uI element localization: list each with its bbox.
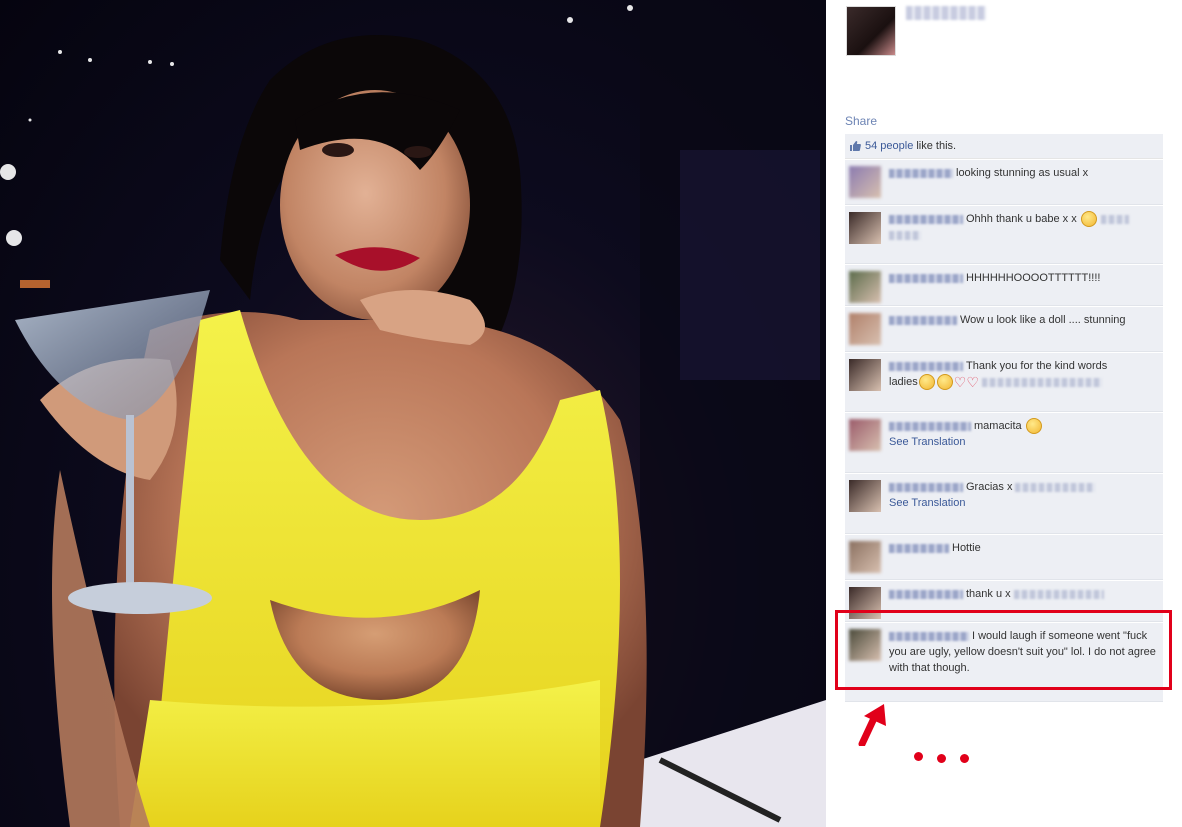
smiley-emoji-icon xyxy=(1080,211,1097,228)
annotation-dot xyxy=(960,754,969,763)
comment-item: Hottie xyxy=(845,534,1163,580)
annotation-dot xyxy=(914,752,923,761)
comment-text: thank u x xyxy=(966,588,1011,600)
blurred-text xyxy=(1100,214,1129,224)
comment-body: Gracias x See Translation xyxy=(889,479,1157,511)
commenter-name-blurred[interactable] xyxy=(889,543,949,553)
comment-text: Ohhh thank u babe x x xyxy=(966,213,1077,225)
photo-illustration xyxy=(0,0,826,827)
smiley-emoji-icon xyxy=(936,374,953,391)
likes-row: 54 people like this. xyxy=(845,134,1163,159)
comment-item: mamacita See Translation xyxy=(845,412,1163,473)
comment-body: Hottie xyxy=(889,540,1157,556)
commenter-name-blurred[interactable] xyxy=(889,214,963,224)
commenter-name-blurred[interactable] xyxy=(889,421,971,431)
comment-item: looking stunning as usual x xyxy=(845,159,1163,205)
commenter-avatar[interactable] xyxy=(849,419,881,451)
comment-body: HHHHHHOOOOTTTTTT!!!! xyxy=(889,270,1157,286)
comment-text: Thank you for the kind words xyxy=(966,360,1108,372)
smiley-emoji-icon xyxy=(918,374,935,391)
comment-item: Gracias x See Translation xyxy=(845,473,1163,534)
see-translation-link[interactable]: See Translation xyxy=(889,434,1157,450)
highlight-box-annotation xyxy=(835,610,1172,690)
comment-item: HHHHHHOOOOTTTTTT!!!! xyxy=(845,264,1163,306)
annotation-dot xyxy=(937,754,946,763)
likes-count-link[interactable]: 54 people xyxy=(865,140,913,152)
commenter-name-blurred[interactable] xyxy=(889,482,963,492)
likes-suffix: like this. xyxy=(916,140,957,152)
comment-item: Ohhh thank u babe x x xyxy=(845,205,1163,264)
commenter-name-blurred[interactable] xyxy=(889,273,963,283)
blurred-text xyxy=(1013,589,1104,599)
red-arrow-annotation xyxy=(852,700,896,749)
owner-avatar[interactable] xyxy=(846,6,896,56)
comment-text: Wow u look like a doll .... stunning xyxy=(960,314,1126,326)
commenter-avatar[interactable] xyxy=(849,166,881,198)
comment-body: Thank you for the kind words ladies ♡♡ xyxy=(889,358,1157,391)
see-translation-link[interactable]: See Translation xyxy=(889,495,1157,511)
comment-text-line2: ladies xyxy=(889,376,918,388)
comment-body: thank u x xyxy=(889,586,1157,602)
comment-text: Gracias x xyxy=(966,481,1013,493)
comment-body: mamacita See Translation xyxy=(889,418,1157,450)
heart-emoji-icon: ♡ xyxy=(966,374,979,391)
commenter-name-blurred[interactable] xyxy=(889,589,963,599)
like-thumb-icon xyxy=(849,140,861,152)
commenter-avatar[interactable] xyxy=(849,212,881,244)
comment-item: Wow u look like a doll .... stunning xyxy=(845,306,1163,352)
commenter-avatar[interactable] xyxy=(849,541,881,573)
heart-emoji-icon: ♡ xyxy=(953,374,967,391)
commenter-name-blurred[interactable] xyxy=(889,361,963,371)
smiley-emoji-icon xyxy=(1025,418,1042,435)
share-link[interactable]: Share xyxy=(845,114,877,128)
comment-body: Ohhh thank u babe x x xyxy=(889,211,1157,243)
post-photo[interactable] xyxy=(0,0,826,827)
commenter-avatar[interactable] xyxy=(849,271,881,303)
comment-text: mamacita xyxy=(974,420,1022,432)
blurred-text xyxy=(889,230,921,240)
commenter-avatar[interactable] xyxy=(849,313,881,345)
comment-text: HHHHHHOOOOTTTTTT!!!! xyxy=(966,272,1101,284)
owner-name-blurred[interactable] xyxy=(906,6,986,20)
comment-body: looking stunning as usual x xyxy=(889,165,1157,181)
commenter-avatar[interactable] xyxy=(849,480,881,512)
commenter-name-blurred[interactable] xyxy=(889,168,953,178)
comment-text: looking stunning as usual x xyxy=(956,167,1089,179)
blurred-text xyxy=(981,377,1102,387)
commenter-name-blurred[interactable] xyxy=(889,315,957,325)
comment-text: Hottie xyxy=(952,542,981,554)
comment-body: Wow u look like a doll .... stunning xyxy=(889,312,1157,328)
blurred-text xyxy=(1015,482,1096,492)
commenter-avatar[interactable] xyxy=(849,359,881,391)
comment-item: Thank you for the kind words ladies ♡♡ xyxy=(845,352,1163,412)
